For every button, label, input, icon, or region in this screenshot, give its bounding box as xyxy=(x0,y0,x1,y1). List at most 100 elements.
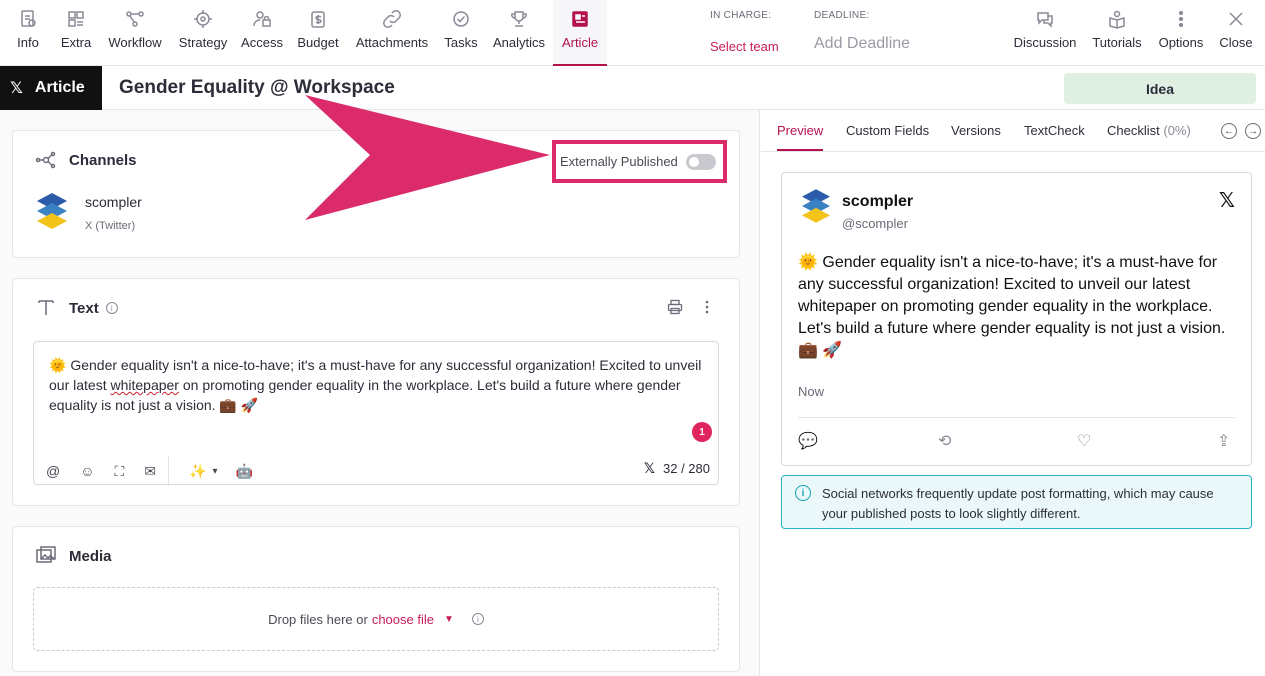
caret-down-icon[interactable]: ▼ xyxy=(444,614,454,625)
nav-analytics[interactable]: Analytics xyxy=(490,0,548,66)
preview-account-handle: @scompler xyxy=(842,216,908,231)
scompler-logo-icon xyxy=(37,193,67,229)
toggle-switch[interactable] xyxy=(685,153,716,170)
editor-toolbar: @ ☺ ⛶ ✉ ✨ ▾ 🤖 xyxy=(46,456,273,486)
options-button[interactable]: Options xyxy=(1156,0,1206,66)
tab-checklist-label: Checklist xyxy=(1107,123,1160,138)
text-heading: Text xyxy=(69,299,99,317)
annotation-arrow xyxy=(305,95,550,220)
checklist-percent: (0%) xyxy=(1163,123,1191,138)
discussion-icon xyxy=(1037,12,1053,28)
tab-checklist[interactable]: Checklist (0%) xyxy=(1107,123,1191,138)
close-button[interactable]: Close xyxy=(1216,0,1256,66)
scompler-avatar-icon xyxy=(802,189,830,223)
nav-extra[interactable]: Extra xyxy=(56,0,96,66)
select-team-link[interactable]: Select team xyxy=(710,39,779,54)
close-label: Close xyxy=(1219,35,1253,50)
nav-article-label: Article xyxy=(561,35,599,50)
preview-pane: Preview Custom Fields Versions TextCheck… xyxy=(761,110,1265,676)
options-dots-icon xyxy=(1178,10,1184,28)
in-charge-caption: IN CHARGE: xyxy=(710,10,772,21)
tutorials-label: Tutorials xyxy=(1092,35,1142,50)
options-label: Options xyxy=(1158,35,1204,50)
nav-info[interactable]: Info xyxy=(8,0,48,66)
nav-attachments-label: Attachments xyxy=(355,35,429,50)
text-more-icon[interactable] xyxy=(701,299,713,315)
tabs-next-icon[interactable]: → xyxy=(1245,123,1261,139)
ai-assistant-icon[interactable]: 🤖 xyxy=(236,463,253,480)
x-logo-icon: 𝕏 xyxy=(10,80,23,97)
toolbar-divider xyxy=(168,456,170,486)
externally-published-toggle[interactable]: Externally Published xyxy=(552,140,727,183)
magic-wand-icon[interactable]: ✨ xyxy=(189,463,206,480)
top-toolbar: Info Extra Workflow Strategy Access Budg… xyxy=(0,0,1265,66)
tabs-prev-icon[interactable]: ← xyxy=(1221,123,1237,139)
text-type-icon xyxy=(38,300,54,315)
nav-strategy-label: Strategy xyxy=(178,35,228,50)
active-tab-underline xyxy=(777,149,823,151)
tab-versions[interactable]: Versions xyxy=(951,123,1001,138)
analytics-trophy-icon xyxy=(511,11,527,27)
tweet-preview-card: scompler @scompler 𝕏 🌞 Gender equality i… xyxy=(781,172,1252,466)
media-dropzone[interactable]: Drop files here or choose file ▼ i xyxy=(33,587,719,651)
nav-extra-label: Extra xyxy=(60,35,92,50)
discussion-button[interactable]: Discussion xyxy=(1012,0,1078,66)
text-error-badge[interactable]: 1 xyxy=(692,422,712,442)
channels-network-icon xyxy=(35,151,56,169)
choose-file-link[interactable]: choose file xyxy=(372,612,434,627)
mail-icon[interactable]: ✉ xyxy=(144,463,156,480)
article-type-chip: 𝕏 Article xyxy=(0,66,102,110)
x-logo-icon: 𝕏 xyxy=(1218,190,1235,212)
mention-icon[interactable]: @ xyxy=(46,463,60,479)
nav-strategy[interactable]: Strategy xyxy=(175,0,231,66)
tutorials-button[interactable]: Tutorials xyxy=(1088,0,1146,66)
preview-account-name: scompler xyxy=(842,193,914,210)
print-icon[interactable] xyxy=(667,299,683,315)
character-counter: 𝕏 32 / 280 xyxy=(644,460,710,477)
media-card: Media Drop files here or choose file ▼ i xyxy=(12,526,740,672)
post-text-content[interactable]: 🌞 Gender equality isn't a nice-to-have; … xyxy=(49,355,709,415)
in-charge: IN CHARGE: Select team xyxy=(710,10,779,54)
tab-textcheck[interactable]: TextCheck xyxy=(1024,123,1085,138)
discussion-label: Discussion xyxy=(1013,35,1077,50)
budget-icon xyxy=(311,11,325,28)
nav-access[interactable]: Access xyxy=(240,0,284,66)
nav-tasks[interactable]: Tasks xyxy=(442,0,480,66)
like-heart-icon: ♡ xyxy=(1077,433,1092,450)
media-info-icon[interactable]: i xyxy=(471,613,484,625)
preview-timestamp: Now xyxy=(798,384,825,399)
nav-attachments[interactable]: Attachments xyxy=(352,0,432,66)
externally-published-label: Externally Published xyxy=(560,154,678,169)
character-count: 32 / 280 xyxy=(663,461,710,476)
nav-workflow-label: Workflow xyxy=(108,35,162,50)
nav-access-label: Access xyxy=(241,35,283,50)
text-info-icon[interactable]: i xyxy=(105,302,118,314)
tutorials-icon xyxy=(1109,10,1125,29)
tab-custom-fields[interactable]: Custom Fields xyxy=(846,123,929,138)
preview-divider xyxy=(798,417,1235,418)
tasks-check-icon xyxy=(453,11,469,27)
post-text-editor[interactable]: 🌞 Gender equality isn't a nice-to-have; … xyxy=(33,341,719,486)
chevron-down-icon[interactable]: ▾ xyxy=(213,466,218,477)
nav-budget[interactable]: Budget xyxy=(294,0,342,66)
media-images-icon xyxy=(36,546,56,563)
add-deadline-button[interactable]: Add Deadline xyxy=(814,35,910,53)
text-card: Text i 🌞 Gender equality isn't a nice-to… xyxy=(12,278,740,506)
tab-preview[interactable]: Preview xyxy=(777,123,823,138)
status-idea-button[interactable]: Idea xyxy=(1064,73,1256,104)
misspelled-word[interactable]: whitepaper xyxy=(110,377,179,393)
share-icon: ⇪ xyxy=(1217,433,1231,450)
nav-article[interactable]: Article xyxy=(553,0,607,66)
nav-workflow[interactable]: Workflow xyxy=(104,0,166,66)
preview-post-text: 🌞 Gender equality isn't a nice-to-have; … xyxy=(798,254,1226,359)
x-logo-icon: 𝕏 xyxy=(643,460,655,476)
emoji-icon[interactable]: ☺ xyxy=(80,463,94,479)
article-chip-label: Article xyxy=(34,79,85,96)
article-newspaper-icon xyxy=(572,11,588,27)
channel-account-name: scompler xyxy=(85,194,142,210)
info-icon: i xyxy=(795,485,811,501)
channels-header: Channels xyxy=(35,149,137,171)
workflow-icon xyxy=(126,11,144,27)
text-header: Text i xyxy=(35,297,118,319)
hashtag-icon[interactable]: ⛶ xyxy=(115,463,125,480)
